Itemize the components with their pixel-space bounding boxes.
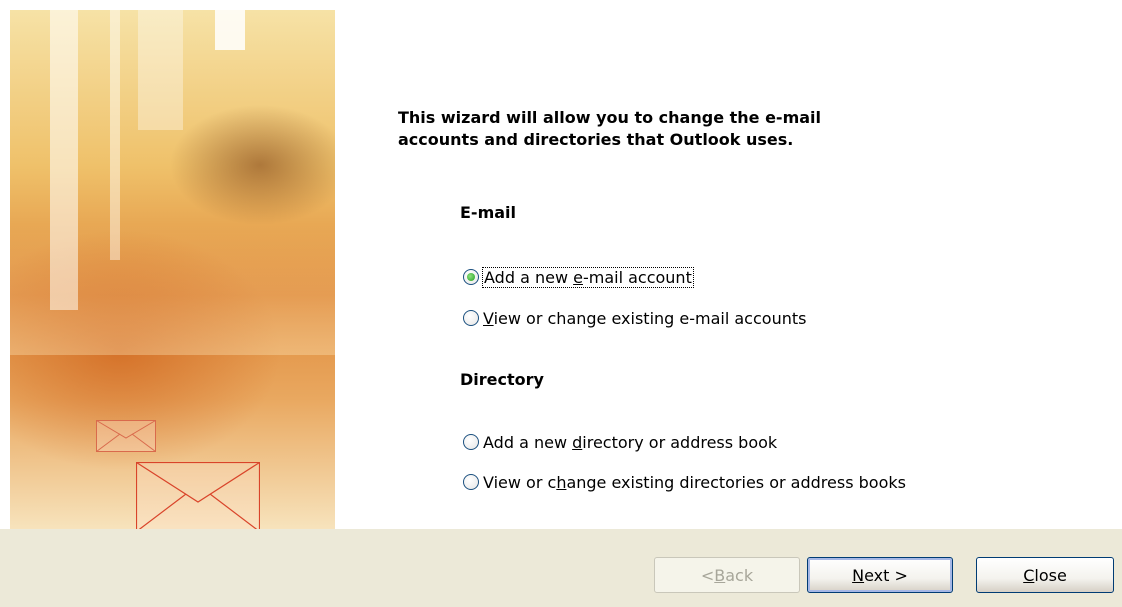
radio-add-directory[interactable]: Add a new directory or address book xyxy=(463,431,777,453)
banner-shading xyxy=(10,225,335,355)
back-button[interactable]: < Back xyxy=(654,557,800,593)
label-text: Add a new xyxy=(483,432,573,452)
radio-add-email-account[interactable]: Add a new e-mail account xyxy=(463,266,694,288)
radio-button-selected[interactable] xyxy=(463,269,479,285)
radio-button[interactable] xyxy=(463,310,479,326)
label-text: View or c xyxy=(483,472,557,492)
label-text: ange existing directories or address boo… xyxy=(566,472,906,492)
label-text: -mail account xyxy=(582,267,692,287)
radio-label-view-email-accounts[interactable]: View or change existing e-mail accounts xyxy=(483,309,806,328)
access-key: N xyxy=(852,565,865,585)
radio-button[interactable] xyxy=(463,474,479,490)
button-label: ack xyxy=(725,565,754,585)
access-key: d xyxy=(572,432,583,452)
directory-section-heading: Directory xyxy=(460,370,544,389)
next-button[interactable]: Next > xyxy=(807,557,953,593)
button-label: ext > xyxy=(864,565,908,585)
label-text: irectory or address book xyxy=(582,432,778,452)
label-text: Add a new xyxy=(484,267,574,287)
access-key: B xyxy=(714,565,726,585)
radio-button[interactable] xyxy=(463,434,479,450)
close-button[interactable]: Close xyxy=(976,557,1114,593)
radio-label-add-email-account[interactable]: Add a new e-mail account xyxy=(482,266,694,288)
envelope-icon xyxy=(96,420,156,452)
access-key: V xyxy=(483,308,494,328)
wizard-button-bar: < Back Next > Close xyxy=(0,529,1122,607)
button-label: lose xyxy=(1034,565,1067,585)
radio-view-directories[interactable]: View or change existing directories or a… xyxy=(463,471,906,493)
wizard-banner-image xyxy=(10,10,335,529)
banner-light-stripe xyxy=(215,10,245,50)
label-text: iew or change existing e-mail accounts xyxy=(493,308,807,328)
banner-light-stripe xyxy=(110,10,120,260)
button-label: < xyxy=(700,565,715,585)
banner-light-stripe xyxy=(138,10,183,130)
radio-label-view-directories[interactable]: View or change existing directories or a… xyxy=(483,473,906,492)
wizard-intro-text: This wizard will allow you to change the… xyxy=(398,107,998,151)
email-section-heading: E-mail xyxy=(460,203,517,222)
intro-line-1: This wizard will allow you to change the… xyxy=(398,108,822,127)
intro-line-2: accounts and directories that Outlook us… xyxy=(398,130,794,149)
access-key: e xyxy=(573,267,583,287)
envelope-icon xyxy=(136,462,260,529)
radio-label-add-directory[interactable]: Add a new directory or address book xyxy=(483,433,777,452)
access-key: h xyxy=(556,472,567,492)
radio-view-email-accounts[interactable]: View or change existing e-mail accounts xyxy=(463,307,806,329)
access-key: C xyxy=(1023,565,1035,585)
